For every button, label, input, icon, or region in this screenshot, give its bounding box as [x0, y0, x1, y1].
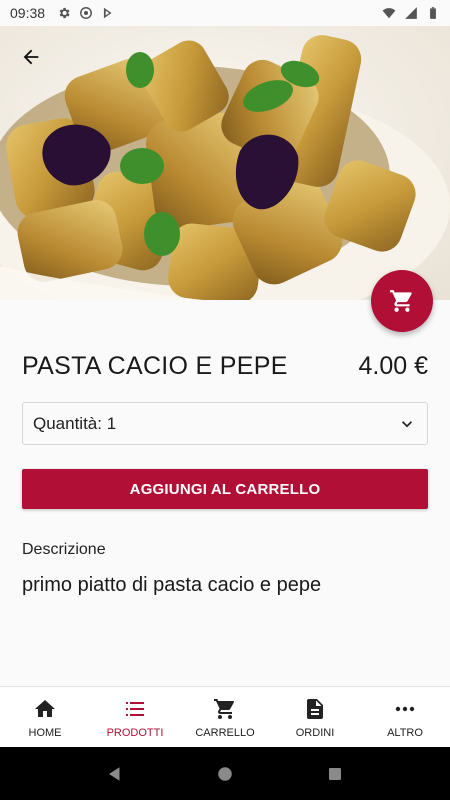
- wifi-icon: [382, 8, 396, 19]
- status-time: 09:38: [10, 5, 46, 21]
- play-store-icon: [103, 7, 112, 19]
- status-icons-right: [382, 6, 440, 20]
- more-horizontal-icon: [395, 706, 415, 712]
- system-back-button[interactable]: [103, 762, 127, 786]
- status-icons-left: [57, 6, 115, 20]
- battery-icon: [430, 7, 436, 19]
- back-button[interactable]: [14, 40, 48, 74]
- square-recents-icon: [329, 767, 341, 780]
- nav-label-ordini: ORDINI: [295, 727, 335, 739]
- at-sign-icon: [80, 7, 92, 19]
- description-text: primo piatto di pasta cacio e pepe: [22, 574, 322, 596]
- system-recents-button[interactable]: [323, 762, 347, 786]
- system-home-button[interactable]: [213, 762, 237, 786]
- product-price: 4.00 €: [358, 352, 428, 380]
- pasta-dish-illustration: [0, 26, 450, 300]
- quantity-value: Quantità: 1: [33, 413, 117, 433]
- nav-label-home: HOME: [28, 727, 62, 739]
- triangle-back-icon: [109, 766, 120, 781]
- nav-label-altro: ALTRO: [387, 727, 423, 739]
- nav-label-carrello: CARRELLO: [195, 727, 255, 739]
- nav-item-altro[interactable]: ALTRO: [360, 687, 450, 747]
- home-icon: [35, 700, 55, 717]
- description-label: Descrizione: [22, 541, 106, 558]
- chevron-down-icon: [402, 420, 412, 427]
- shopping-cart-icon: [214, 699, 234, 719]
- system-navigation-bar: [0, 747, 450, 800]
- status-bar: 09:38: [0, 0, 450, 26]
- cart-fab-button[interactable]: [371, 270, 433, 332]
- quantity-select[interactable]: Quantità: 1: [22, 402, 428, 445]
- signal-icon: [405, 7, 417, 19]
- circle-home-icon: [218, 766, 232, 781]
- product-name: PASTA CACIO E PEPE: [22, 352, 288, 380]
- arrow-back-icon: [23, 49, 39, 65]
- gear-icon: [59, 7, 70, 19]
- list-icon: [126, 702, 144, 716]
- nav-item-carrello[interactable]: CARRELLO: [180, 687, 270, 747]
- nav-item-ordini[interactable]: ORDINI: [270, 687, 360, 747]
- nav-label-prodotti: PRODOTTI: [106, 727, 164, 739]
- nav-item-home[interactable]: HOME: [0, 687, 90, 747]
- document-icon: [307, 699, 323, 719]
- bottom-navigation: HOME PRODOTTI CARRELLO ORDINI ALTRO: [0, 686, 450, 747]
- nav-item-prodotti[interactable]: PRODOTTI: [90, 687, 180, 747]
- product-image: [0, 26, 450, 300]
- shopping-cart-icon: [390, 290, 412, 312]
- add-to-cart-button[interactable]: AGGIUNGI AL CARRELLO: [22, 469, 428, 509]
